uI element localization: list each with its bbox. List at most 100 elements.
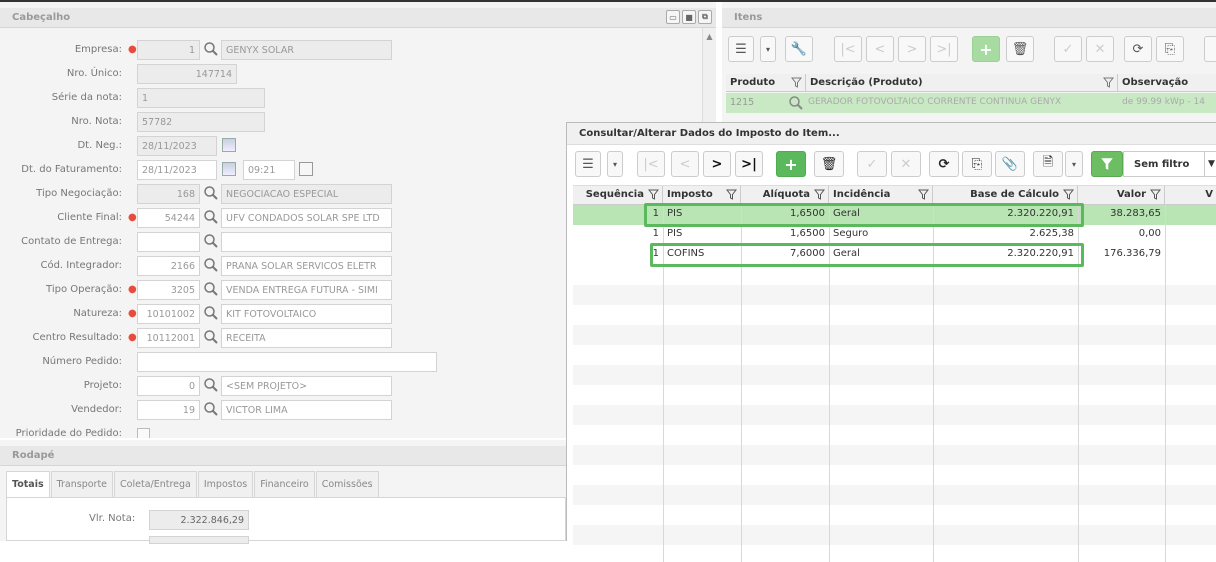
- add-item-button[interactable]: +: [972, 36, 1000, 62]
- search-icon[interactable]: [203, 185, 219, 201]
- search-icon[interactable]: [203, 329, 219, 345]
- next-record-button[interactable]: >: [703, 151, 731, 177]
- detach-icon[interactable]: ⧉: [698, 10, 712, 24]
- clock-icon[interactable]: [299, 162, 313, 176]
- col-v[interactable]: V: [1165, 186, 1216, 204]
- first-record-button[interactable]: |<: [834, 36, 862, 62]
- refresh-icon[interactable]: ⟳: [929, 151, 959, 177]
- vendedor-name-input[interactable]: VICTOR LIMA: [221, 400, 392, 420]
- tipo-neg-name-input[interactable]: NEGOCIACAO ESPECIAL: [221, 184, 392, 204]
- nro-nota-input[interactable]: 57782: [137, 112, 265, 132]
- vlr-nota-input[interactable]: 2.322.846,29: [149, 510, 249, 530]
- filter-icon[interactable]: [814, 189, 825, 200]
- first-record-button[interactable]: |<: [637, 151, 665, 177]
- filter-icon[interactable]: [791, 77, 802, 88]
- wrench-icon[interactable]: 🔧: [785, 36, 813, 62]
- tipo-neg-code-input[interactable]: 168: [137, 184, 200, 204]
- calendar-icon[interactable]: [222, 162, 236, 176]
- dt-fat-input[interactable]: 28/11/2023: [137, 160, 217, 180]
- cliente-code-input[interactable]: 54244: [137, 208, 200, 228]
- report-icon[interactable]: 🗎: [1033, 151, 1063, 177]
- col-aliquota[interactable]: Alíquota: [741, 186, 829, 204]
- last-record-button[interactable]: >|: [930, 36, 958, 62]
- tab-coleta-entrega[interactable]: Coleta/Entrega: [114, 471, 197, 497]
- search-icon[interactable]: [203, 233, 219, 249]
- next-value-input[interactable]: [149, 536, 249, 544]
- nro-unico-input[interactable]: 147714: [137, 64, 237, 84]
- dt-neg-input[interactable]: 28/11/2023: [137, 136, 217, 156]
- confirm-icon[interactable]: ✓: [857, 151, 887, 177]
- empresa-code-input[interactable]: 1: [137, 40, 200, 60]
- col-descricao[interactable]: Descrição (Produto): [806, 74, 1118, 92]
- col-observacao[interactable]: Observação: [1118, 74, 1216, 92]
- list-dropdown-button[interactable]: ▾: [607, 151, 623, 177]
- prioridade-checkbox[interactable]: [137, 428, 150, 438]
- list-dropdown-button[interactable]: ▾: [760, 36, 776, 62]
- attach-icon[interactable]: 📎: [995, 151, 1025, 177]
- col-incidencia[interactable]: Incidência: [829, 186, 933, 204]
- empresa-name-input[interactable]: GENYX SOLAR: [221, 40, 392, 60]
- centro-name-input[interactable]: RECEITA: [221, 328, 392, 348]
- search-icon[interactable]: [203, 209, 219, 225]
- search-icon[interactable]: [203, 41, 219, 57]
- delete-icon[interactable]: 🗑: [814, 151, 844, 177]
- delete-icon[interactable]: 🗑: [1006, 36, 1034, 62]
- report-dropdown-button[interactable]: ▾: [1065, 151, 1083, 177]
- restore-icon[interactable]: ▭: [666, 10, 680, 24]
- centro-code-input[interactable]: 10112001: [137, 328, 200, 348]
- search-icon[interactable]: [203, 377, 219, 393]
- table-row[interactable]: 1 PIS 1,6500 Seguro 2.625,38 0,00: [573, 225, 1165, 245]
- col-produto[interactable]: Produto: [726, 74, 806, 92]
- more-toolbar-button[interactable]: [1204, 36, 1216, 62]
- cliente-name-input[interactable]: UFV CONDADOS SOLAR SPE LTD: [221, 208, 392, 228]
- filter-icon[interactable]: [1150, 189, 1161, 200]
- search-icon[interactable]: [788, 95, 804, 111]
- search-icon[interactable]: [203, 257, 219, 273]
- calendar-icon[interactable]: [222, 138, 236, 152]
- tipo-oper-name-input[interactable]: VENDA ENTREGA FUTURA - SIMI: [221, 280, 392, 300]
- tipo-oper-code-input[interactable]: 3205: [137, 280, 200, 300]
- tab-totais[interactable]: Totais: [6, 471, 50, 497]
- projeto-code-input[interactable]: 0: [137, 376, 200, 396]
- scroll-up-icon[interactable]: ▲: [703, 32, 716, 41]
- copy-icon[interactable]: ⎘: [962, 151, 992, 177]
- col-base-calculo[interactable]: Base de Cálculo: [933, 186, 1078, 204]
- search-icon[interactable]: [203, 401, 219, 417]
- add-imposto-button[interactable]: +: [776, 151, 806, 177]
- refresh-icon[interactable]: ⟳: [1124, 36, 1152, 62]
- dt-fat-time-input[interactable]: 09:21: [243, 160, 295, 180]
- copy-icon[interactable]: ⎘: [1156, 36, 1184, 62]
- col-sequencia[interactable]: Sequência: [573, 186, 663, 204]
- prev-record-button[interactable]: <: [866, 36, 894, 62]
- filter-icon[interactable]: [1063, 189, 1074, 200]
- next-record-button[interactable]: >: [898, 36, 926, 62]
- col-imposto[interactable]: Imposto: [663, 186, 741, 204]
- natureza-code-input[interactable]: 10101002: [137, 304, 200, 324]
- projeto-name-input[interactable]: <SEM PROJETO>: [221, 376, 392, 396]
- filter-toggle-button[interactable]: [1091, 151, 1123, 177]
- filter-icon[interactable]: [918, 189, 929, 200]
- confirm-icon[interactable]: ✓: [1054, 36, 1082, 62]
- tab-impostos[interactable]: Impostos: [197, 471, 254, 497]
- cod-integrador-name-input[interactable]: PRANA SOLAR SERVICOS ELETR: [221, 256, 392, 276]
- itens-row[interactable]: 1215 GERADOR FOTOVOLTAICO CORRENTE CONTI…: [726, 93, 1216, 113]
- cancel-icon[interactable]: ✕: [1086, 36, 1114, 62]
- col-valor[interactable]: Valor: [1078, 186, 1165, 204]
- vendedor-code-input[interactable]: 19: [137, 400, 200, 420]
- prev-record-button[interactable]: <: [671, 151, 699, 177]
- maximize-icon[interactable]: ■: [682, 10, 696, 24]
- serie-input[interactable]: 1: [137, 88, 265, 108]
- contato-code-input[interactable]: [137, 232, 200, 252]
- cod-integrador-code-input[interactable]: 2166: [137, 256, 200, 276]
- contato-name-input[interactable]: [221, 232, 392, 252]
- natureza-name-input[interactable]: KIT FOTOVOLTAICO: [221, 304, 392, 324]
- tab-transporte[interactable]: Transporte: [50, 471, 114, 497]
- last-record-button[interactable]: >|: [735, 151, 763, 177]
- filter-icon[interactable]: [1103, 77, 1114, 88]
- filter-icon[interactable]: [648, 189, 659, 200]
- filter-icon[interactable]: [726, 189, 737, 200]
- filter-select[interactable]: Sem filtro ▼: [1123, 151, 1216, 177]
- tab-comissoes[interactable]: Comissões: [315, 471, 379, 497]
- tab-financeiro[interactable]: Financeiro: [254, 471, 315, 497]
- cancel-icon[interactable]: ✕: [891, 151, 921, 177]
